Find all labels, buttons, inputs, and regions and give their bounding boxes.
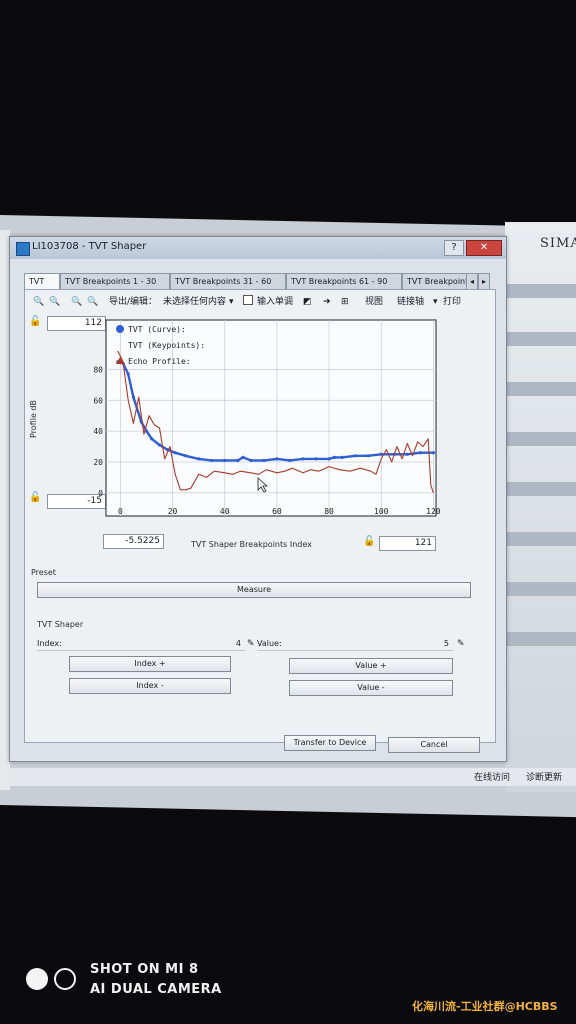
legend-label: Echo Profile: [128,357,191,366]
y-tick-label: 20 [93,458,103,467]
y-tick-label: 60 [93,396,103,405]
curve-point [210,458,214,463]
camera-dot-filled [26,968,48,990]
index-label: Index: [37,639,62,648]
value-plus-button[interactable]: Value + [289,658,453,674]
zoom-in-icon[interactable]: 🔍 [33,294,44,310]
y-tick-label: 80 [93,365,103,374]
online-access-label[interactable]: 在线访问 [474,770,510,783]
value-field: Value: 5 [257,638,453,651]
curve-point [236,458,240,463]
value-label: Value: [257,639,282,648]
curve-point [340,455,344,459]
curve-point [405,452,409,456]
x-tick-label: 0 [118,507,123,516]
status-bar: 在线访问 诊断更新 [10,768,576,786]
lock-icon[interactable]: 🔓 [363,536,375,547]
cancel-button[interactable]: Cancel [388,737,480,753]
curve-point [314,457,318,461]
curve-point [126,372,130,376]
x-tick-label: 60 [272,507,282,516]
tvt-chart[interactable]: 0 20 40 60 80 100 120 0 20 40 60 80 TVT (Curve): TVT … [92,264,444,518]
y-tick-label: 0 [98,489,103,498]
siemens-logo: SIMAT [540,236,576,251]
lock-icon[interactable]: 🔓 [29,492,41,503]
index-minus-button[interactable]: Index - [69,678,231,694]
curve-point [131,395,136,399]
curve-point [197,457,201,461]
background-window-right [505,222,576,792]
tab-tvt[interactable]: TVT [24,273,60,290]
help-button[interactable]: ? [444,240,464,256]
transfer-to-device-button[interactable]: Transfer to Device [284,735,376,751]
x-tick-label: 100 [374,507,389,516]
legend-marker-curve [116,325,124,333]
tab-scroll-right-icon[interactable]: ▸ [478,273,490,289]
window-title: LI103708 - TVT Shaper [32,241,147,252]
close-button[interactable]: ✕ [466,240,502,256]
index-plus-button[interactable]: Index + [69,656,231,672]
curve-point [288,458,292,463]
x-tick-label: 40 [220,507,230,516]
zoom-x-icon[interactable]: 🔍 [71,294,82,310]
print-menu[interactable]: 打印 [443,294,461,310]
curve-point [431,451,435,455]
x-axis-label: TVT Shaper Breakpoints Index [191,540,312,549]
curve-point [173,451,177,455]
pencil-icon[interactable]: ✎ [457,636,465,652]
camera-watermark-line2: AI DUAL CAMERA [90,982,222,997]
curve-point [301,457,305,461]
legend-label: TVT (Keypoints): [128,341,205,350]
x-max-input[interactable]: 121 [379,536,436,551]
title-bar: LI103708 - TVT Shaper ? ✕ [10,237,506,259]
y-axis-label: Profile dB [29,400,38,438]
camera-watermark-line1: SHOT ON MI 8 [90,962,199,977]
x-tick-label: 80 [324,507,334,516]
y-tick-label: 40 [93,427,103,436]
preset-section-label: Preset [31,568,56,577]
curve-point [353,454,357,458]
x-tick-label: 120 [426,507,441,516]
curve-point [157,443,162,447]
forum-watermark: 化海川流-工业社群@HCBBS [412,1000,558,1013]
curve-point [262,458,266,463]
curve-point [150,437,154,441]
curve-point [332,455,336,459]
app-icon [16,242,30,256]
value-value[interactable]: 5 [444,638,449,650]
legend-label: TVT (Curve): [128,325,186,334]
zoom-out-icon[interactable]: 🔍 [49,294,60,310]
curve-point [184,454,188,458]
curve-point [223,458,227,463]
index-field: Index: 4 [37,638,245,651]
x-min-input[interactable]: -5.5225 [103,534,164,549]
measure-button[interactable]: Measure [37,582,471,598]
curve-point [418,451,422,455]
diagnostics-label[interactable]: 诊断更新 [526,770,562,783]
curve-point [275,457,279,461]
pencil-icon[interactable]: ✎ [247,636,255,652]
curve-point [379,452,383,456]
tvt-shaper-section-label: TVT Shaper [37,620,84,629]
tab-scroll-left-icon[interactable]: ◂ [466,273,478,289]
curve-point [366,454,370,458]
curve-point [241,455,245,459]
x-tick-label: 20 [168,507,178,516]
curve-point [327,457,331,461]
curve-point [249,458,253,463]
lock-icon[interactable]: 🔓 [29,316,41,327]
index-value[interactable]: 4 [236,638,241,650]
value-minus-button[interactable]: Value - [289,680,453,696]
camera-dot-ring [54,968,76,990]
